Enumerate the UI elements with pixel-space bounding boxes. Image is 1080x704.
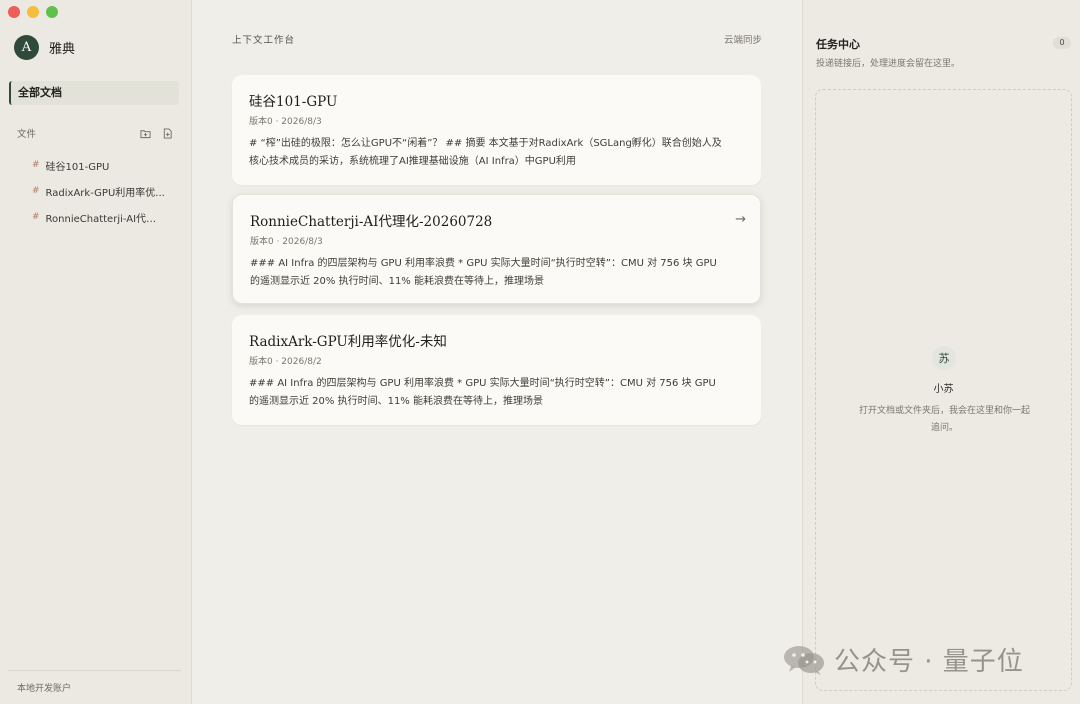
close-window-button[interactable]: [8, 6, 20, 18]
file-item-ronnie[interactable]: # RonnieChatterji-AI代理...: [32, 204, 172, 230]
panel-title: 任务中心: [816, 38, 860, 51]
document-card[interactable]: RonnieChatterji-AI代理化-20260728 → 版本0 · 2…: [232, 194, 761, 304]
watermark: 公众号 · 量子位: [782, 641, 1024, 678]
card-title: RonnieChatterji-AI代理化-20260728: [250, 214, 493, 230]
panel-subtitle: 投递链接后，处理进度会留在这里。: [816, 59, 961, 69]
workspace: 上下文工作台 云端同步 硅谷101-GPU 版本0 · 2026/8/3 # “…: [192, 0, 802, 704]
file-name: RadixArk-GPU利用率优...: [45, 187, 165, 199]
divider: [8, 670, 181, 671]
files-label: 文件: [17, 129, 37, 140]
card-excerpt: ### AI Infra 的四层架构与 GPU 利用率浪费 * GPU 实际大量…: [250, 258, 717, 287]
app-brand: A 雅典: [14, 35, 75, 60]
files-section-header: 文件: [17, 126, 173, 140]
card-title: 硅谷101-GPU: [249, 94, 338, 110]
document-card[interactable]: RadixArk-GPU利用率优化-未知 版本0 · 2026/8/2 ### …: [232, 315, 761, 425]
file-item-radixark[interactable]: # RadixArk-GPU利用率优...: [32, 178, 172, 204]
watermark-text: 公众号 · 量子位: [834, 647, 1024, 677]
file-name: 硅谷101-GPU: [45, 161, 110, 173]
zoom-window-button[interactable]: [46, 6, 58, 18]
card-title: RadixArk-GPU利用率优化-未知: [249, 334, 447, 350]
hash-icon: #: [32, 186, 40, 196]
open-arrow-icon[interactable]: →: [735, 212, 746, 227]
assistant-hint: 打开文档或文件夹后，我会在这里和你一起追问。: [858, 406, 1030, 433]
account-label[interactable]: 本地开发账户: [17, 681, 71, 694]
card-meta: 版本0 · 2026/8/3: [250, 237, 323, 247]
page-title: 上下文工作台: [232, 35, 296, 46]
new-file-icon[interactable]: [162, 127, 173, 139]
assistant-avatar: 苏: [932, 346, 956, 370]
card-meta: 版本0 · 2026/8/2: [249, 357, 322, 367]
hash-icon: #: [32, 160, 40, 170]
card-excerpt: ### AI Infra 的四层架构与 GPU 利用率浪费 * GPU 实际大量…: [249, 378, 716, 407]
sidebar-item-all-docs[interactable]: 全部文档: [9, 81, 179, 105]
avatar[interactable]: A: [14, 35, 39, 60]
app-window: A 雅典 全部文档 文件 # 硅谷101-GPU # RadixArk-GPU利…: [0, 0, 1080, 704]
file-item-sv101[interactable]: # 硅谷101-GPU: [32, 152, 172, 178]
app-name: 雅典: [49, 42, 76, 57]
window-controls: [8, 6, 58, 18]
card-excerpt: # “榨”出硅的极限：怎么让GPU不“闲着”？ ## 摘要 本文基于对Radix…: [249, 138, 722, 167]
hash-icon: #: [32, 212, 40, 222]
card-meta: 版本0 · 2026/8/3: [249, 117, 322, 127]
wechat-icon: [784, 645, 824, 675]
file-list: # 硅谷101-GPU # RadixArk-GPU利用率优... # Ronn…: [32, 152, 172, 230]
assistant-name: 小苏: [933, 384, 954, 395]
file-name: RonnieChatterji-AI代理...: [45, 213, 166, 225]
task-drop-zone[interactable]: 苏 小苏 打开文档或文件夹后，我会在这里和你一起追问。: [815, 89, 1072, 691]
minimize-window-button[interactable]: [27, 6, 39, 18]
sidebar: A 雅典 全部文档 文件 # 硅谷101-GPU # RadixArk-GPU利…: [0, 0, 192, 704]
document-card[interactable]: 硅谷101-GPU 版本0 · 2026/8/3 # “榨”出硅的极限：怎么让G…: [232, 75, 761, 185]
task-center-panel: 任务中心 0 投递链接后，处理进度会留在这里。 苏 小苏 打开文档或文件夹后，我…: [802, 0, 1080, 704]
task-count-badge: 0: [1053, 37, 1071, 49]
new-folder-icon[interactable]: [140, 128, 151, 139]
cloud-sync-button[interactable]: 云端同步: [724, 32, 762, 46]
